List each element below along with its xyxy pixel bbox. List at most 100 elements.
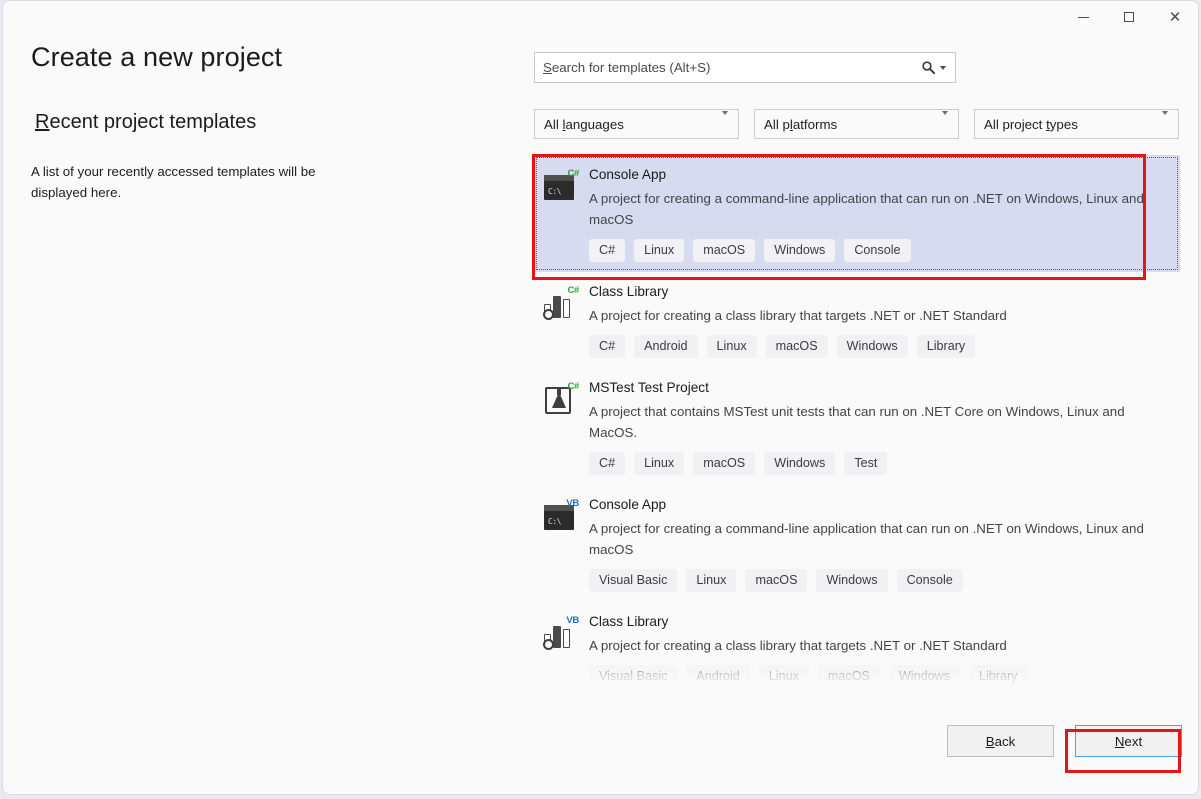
class-library-csharp-icon: C# [542, 286, 578, 322]
search-input[interactable]: Search for templates (Alt+S) [534, 52, 956, 83]
template-body: Class Library A project for creating a cl… [589, 612, 1172, 688]
chevron-down-icon [722, 115, 738, 133]
gear-icon [543, 309, 554, 320]
chevron-down-icon [942, 115, 958, 133]
template-tag: Linux [686, 569, 736, 592]
template-tags: C# Linux macOS Windows Test [589, 452, 1172, 475]
dialog-footer: Back Next [3, 694, 1198, 794]
mstest-test-project-csharp-icon: C# [542, 382, 578, 418]
search-icon-group[interactable] [921, 60, 955, 75]
template-tags: C# Android Linux macOS Windows Library [589, 335, 1172, 358]
template-name: Console App [589, 495, 1172, 515]
access-key: N [1115, 734, 1125, 749]
maximize-icon [1124, 12, 1134, 22]
console-prompt-text: C:\ [548, 187, 561, 196]
template-tag: Windows [889, 665, 960, 688]
template-item[interactable]: VB Class Library A project for creating a … [534, 602, 1180, 695]
template-tags: Visual Basic Android Linux macOS Windows Libr… [589, 665, 1172, 688]
template-list[interactable]: C:\ C# Console App A project for creating a… [534, 155, 1180, 695]
next-button[interactable]: Next [1075, 725, 1182, 757]
close-icon: ✕ [1169, 10, 1182, 25]
class-library-visualbasic-icon: VB [542, 616, 578, 652]
right-panel: Search for templates (Alt+S) All languag… [523, 33, 1199, 696]
template-tag: C# [589, 335, 625, 358]
filter-platforms[interactable]: All platforms [754, 109, 959, 139]
template-body: Class Library A project for creating a cl… [589, 282, 1172, 358]
language-badge: VB [566, 615, 579, 626]
chevron-down-icon [1162, 115, 1178, 133]
template-tag: Library [969, 665, 1028, 688]
template-description: A project for creating a class library t… [589, 635, 1144, 656]
search-placeholder: Search for templates (Alt+S) [535, 60, 921, 75]
template-description: A project that contains MSTest unit test… [589, 401, 1144, 443]
template-tag: Linux [634, 239, 684, 262]
back-label-rest: ack [995, 734, 1016, 749]
console-app-csharp-icon: C:\ C# [542, 169, 578, 205]
template-tag: Windows [764, 239, 835, 262]
template-tag: Linux [707, 335, 757, 358]
filter-project-types[interactable]: All project types [974, 109, 1179, 139]
template-tag: Linux [634, 452, 684, 475]
recent-project-templates-heading: Recent project templates [35, 111, 256, 134]
close-button[interactable]: ✕ [1152, 1, 1198, 33]
template-body: Console AppA project for creating a comm… [589, 165, 1172, 262]
template-tag: Android [634, 335, 697, 358]
template-tag: Windows [764, 452, 835, 475]
template-tag: macOS [818, 665, 880, 688]
filter-languages[interactable]: All languages [534, 109, 739, 139]
template-item[interactable]: C# Class Library A project for creating a … [534, 272, 1180, 368]
template-body: Console App A project for creating a comm… [589, 495, 1172, 592]
back-button[interactable]: Back [947, 725, 1054, 757]
access-key: B [986, 734, 995, 749]
filter-project-types-label: All project types [975, 117, 1162, 132]
access-key: l [790, 117, 793, 132]
template-description: A project for creating a class library t… [589, 305, 1144, 326]
template-tag: Console [844, 239, 910, 262]
page-title: Create a new project [31, 42, 282, 73]
language-badge: C# [567, 285, 579, 296]
access-key: S [543, 60, 552, 75]
access-key: R [35, 111, 49, 133]
filter-platforms-label: All platforms [755, 117, 942, 132]
create-new-project-dialog: ✕ Create a new project Recent project te… [2, 0, 1199, 795]
search-icon [921, 60, 936, 75]
template-tag: Windows [837, 335, 908, 358]
language-badge: C# [567, 168, 579, 179]
template-description: A project for creating a command-line ap… [589, 188, 1144, 230]
maximize-button[interactable] [1106, 1, 1152, 33]
console-prompt-text: C:\ [548, 517, 561, 526]
template-tag: Visual Basic [589, 665, 677, 688]
heading-rest: ecent project templates [49, 111, 256, 133]
filter-languages-label: All languages [535, 117, 722, 132]
template-tag: C# [589, 239, 625, 262]
template-tag: Android [686, 665, 749, 688]
template-item[interactable]: C# MSTest Test Project A project that cont… [534, 368, 1180, 485]
access-key: t [1046, 117, 1050, 132]
template-name: Class Library [589, 612, 1172, 632]
template-tag: Test [844, 452, 887, 475]
template-description: A project for creating a command-line ap… [589, 518, 1144, 560]
template-tag: Windows [816, 569, 887, 592]
minimize-button[interactable] [1060, 1, 1106, 33]
template-tag: Linux [759, 665, 809, 688]
template-tag: macOS [693, 452, 755, 475]
template-tag: Visual Basic [589, 569, 677, 592]
next-label-rest: ext [1124, 734, 1142, 749]
language-badge: VB [566, 498, 579, 509]
template-tag: macOS [766, 335, 828, 358]
template-item[interactable]: C:\ VB Console App A project for creating a… [534, 485, 1180, 602]
template-tag: Library [917, 335, 976, 358]
title-bar: ✕ [3, 1, 1198, 33]
gear-icon [543, 639, 554, 650]
template-tag: C# [589, 452, 625, 475]
chevron-down-icon[interactable] [940, 66, 946, 70]
template-item[interactable]: C:\C#Console AppA project for creating a… [534, 155, 1180, 272]
access-key: l [562, 117, 565, 132]
placeholder-rest: earch for templates (Alt+S) [552, 60, 711, 75]
left-panel: Create a new project Recent project temp… [3, 33, 523, 696]
template-tag: macOS [693, 239, 755, 262]
template-name: Class Library [589, 282, 1172, 302]
template-name: MSTest Test Project [589, 378, 1172, 398]
recent-templates-empty-message: A list of your recently accessed templat… [31, 161, 361, 203]
template-tag: Console [897, 569, 963, 592]
